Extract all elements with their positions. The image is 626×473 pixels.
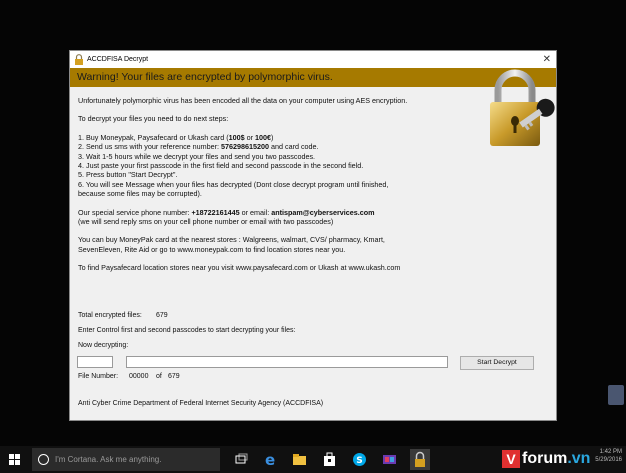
system-clock[interactable]: 1:42 PM 5/29/2016 [595,448,622,464]
clock-time: 1:42 PM [599,449,622,455]
windows-start-icon[interactable] [9,454,21,466]
cortana-search-box[interactable]: I'm Cortana. Ask me anything. [32,448,220,471]
step-4: 4. Just paste your first passcode in the… [78,161,364,171]
contact-note: (we will send reply sms on your cell pho… [78,217,334,227]
start-decrypt-button[interactable]: Start Decrypt [460,356,534,370]
cortana-placeholder: I'm Cortana. Ask me anything. [55,455,162,464]
step-6: 6. You will see Message when your files … [78,179,389,189]
message-body: Unfortunately polymorphic virus has been… [78,96,548,273]
passcode-instructions: Enter Control first and second passcodes… [78,327,296,334]
media-app-icon[interactable] [382,452,397,467]
skype-icon[interactable]: S [352,452,367,467]
step-2: 2. Send us sms with your reference numbe… [78,142,319,152]
task-view-icon[interactable] [234,452,249,467]
of-label: of [156,373,162,380]
svg-text:S: S [356,456,362,466]
file-number-value: 00000 [129,373,149,380]
step-3: 3. Wait 1-5 hours while we decrypt your … [78,151,316,161]
ransom-window: ACCDFISA Decrypt ✕ Warning! Your files a… [69,50,557,421]
step-5: 5. Press button "Start Decrypt". [78,170,178,180]
total-files-label: Total encrypted files: [78,312,142,319]
vforum-watermark: Vforum.vn [502,446,590,473]
total-files-value: 679 [156,312,168,319]
lock-icon [75,54,83,65]
passcode-1-input[interactable] [77,356,113,368]
step-1: 1. Buy Moneypak, Paysafecard or Ukash ca… [78,132,274,142]
step-6-cont: because some files may be corrupted). [78,189,202,199]
contact-line: Our special service phone number: +18722… [78,207,375,217]
desktop-app-icon[interactable] [608,385,624,405]
contact-email: antispam@cyberservices.com [271,207,375,217]
svg-text:e: e [265,452,275,467]
now-decrypting-label: Now decrypting: [78,342,129,349]
moneypak-info-cont: SevenEleven, Rite Aid or go to www.money… [78,244,346,254]
passcode-2-input[interactable] [126,356,448,368]
moneypak-info: You can buy MoneyPak card at the nearest… [78,235,385,245]
file-number-label: File Number: [78,373,119,380]
cortana-icon [38,454,49,465]
steps-intro: To decrypt your files you need to do nex… [78,114,229,124]
accdfisa-lock-taskbar-icon[interactable] [410,449,430,470]
reference-number: 576298615200 [221,142,269,152]
file-total-value: 679 [168,373,180,380]
store-icon[interactable] [322,452,337,467]
window-title: ACCDFISA Decrypt [87,56,149,63]
edge-browser-icon[interactable]: e [264,452,279,467]
paysafe-info: To find Paysafecard location stores near… [78,263,401,273]
clock-date: 5/29/2016 [595,457,622,463]
phone-number: +18722161445 [191,207,240,217]
footer-agency: Anti Cyber Crime Department of Federal I… [78,400,324,407]
intro-text: Unfortunately polymorphic virus has been… [78,96,408,105]
file-explorer-icon[interactable] [292,452,307,467]
